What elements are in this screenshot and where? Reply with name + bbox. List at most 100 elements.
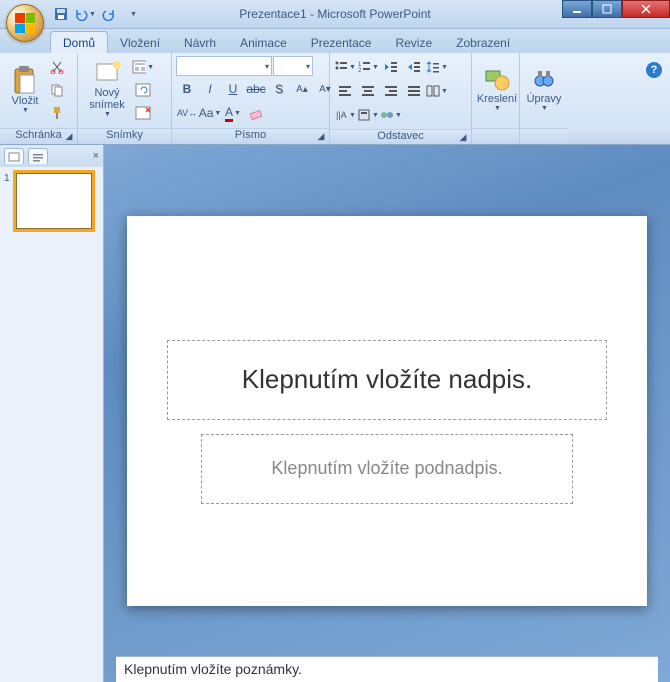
group-label-paragraph: Odstavec◢: [330, 129, 471, 144]
layout-button[interactable]: ▼: [132, 56, 154, 78]
chevron-down-icon: ▼: [441, 64, 448, 71]
justify-button[interactable]: [403, 80, 425, 102]
chevron-down-icon: ▼: [104, 111, 111, 118]
notes-pane[interactable]: Klepnutím vložíte poznámky.: [116, 656, 658, 682]
bold-button[interactable]: B: [176, 78, 198, 100]
thumbnail-list: 1: [0, 167, 103, 682]
outline-tab-icon: [32, 152, 44, 162]
thumbnail-item[interactable]: 1: [4, 173, 99, 229]
numbering-button[interactable]: 12▼: [357, 56, 379, 78]
strike-icon: abc: [246, 82, 265, 96]
font-name-combo[interactable]: [176, 56, 272, 76]
clear-format-button[interactable]: [245, 102, 267, 124]
editing-button[interactable]: Úpravy ▼: [524, 56, 564, 122]
bullets-icon: [334, 60, 348, 74]
help-button[interactable]: ?: [646, 62, 662, 78]
copy-button[interactable]: [46, 79, 68, 101]
new-slide-label-2: snímek: [89, 99, 124, 111]
reset-icon: [135, 83, 151, 97]
shapes-icon: [484, 67, 510, 93]
valign-icon: [357, 108, 371, 122]
new-slide-button[interactable]: Nový snímek▼: [82, 56, 132, 122]
delete-slide-button[interactable]: [132, 102, 154, 124]
dialog-launcher[interactable]: ◢: [457, 132, 469, 144]
dialog-launcher[interactable]: ◢: [315, 131, 327, 143]
workspace: × 1 Klepnutím vložíte nadpis. Klepnutím …: [0, 145, 670, 682]
qat-customize-button[interactable]: ▼: [122, 3, 144, 25]
group-clipboard: Vložit ▼ Schránka◢: [0, 53, 78, 144]
window-title: Prezentace1 - Microsoft PowerPoint: [239, 7, 430, 21]
change-case-button[interactable]: Aa▼: [199, 102, 221, 124]
chevron-down-icon: ▼: [349, 112, 356, 119]
subtitle-placeholder[interactable]: Klepnutím vložíte podnadpis.: [201, 434, 573, 504]
minimize-button[interactable]: [562, 0, 592, 18]
tab-slideshow[interactable]: Prezentace: [299, 32, 384, 53]
slide-canvas-area[interactable]: Klepnutím vložíte nadpis. Klepnutím vlož…: [104, 145, 670, 656]
line-spacing-button[interactable]: ▼: [426, 56, 448, 78]
font-color-button[interactable]: A▼: [222, 102, 244, 124]
italic-button[interactable]: I: [199, 78, 221, 100]
decrease-indent-button[interactable]: [380, 56, 402, 78]
text-direction-button[interactable]: ||A▼: [334, 104, 356, 126]
notes-placeholder-text: Klepnutím vložíte poznámky.: [124, 661, 302, 677]
paste-button[interactable]: Vložit ▼: [4, 56, 46, 122]
slides-tab[interactable]: [4, 148, 24, 164]
align-right-button[interactable]: [380, 80, 402, 102]
save-icon: [54, 7, 68, 21]
reset-button[interactable]: [132, 79, 154, 101]
group-label-clipboard: Schránka◢: [0, 128, 77, 144]
dialog-launcher[interactable]: ◢: [63, 131, 75, 143]
undo-icon: [74, 7, 88, 21]
align-text-button[interactable]: ▼: [357, 104, 379, 126]
align-center-button[interactable]: [357, 80, 379, 102]
redo-button[interactable]: [98, 3, 120, 25]
undo-button[interactable]: ▼: [74, 3, 96, 25]
smartart-icon: [380, 108, 394, 122]
tab-review[interactable]: Revize: [383, 32, 444, 53]
maximize-button[interactable]: [592, 0, 622, 18]
underline-button[interactable]: U: [222, 78, 244, 100]
minimize-icon: [572, 4, 582, 14]
format-painter-button[interactable]: [46, 102, 68, 124]
convert-smartart-button[interactable]: ▼: [380, 104, 402, 126]
grow-font-icon: A▴: [296, 84, 308, 95]
delete-icon: [135, 106, 151, 120]
align-right-icon: [384, 84, 398, 98]
editor-area: Klepnutím vložíte nadpis. Klepnutím vlož…: [104, 145, 670, 682]
copy-icon: [50, 83, 64, 97]
save-button[interactable]: [50, 3, 72, 25]
columns-button[interactable]: ▼: [426, 80, 448, 102]
close-button[interactable]: [622, 0, 670, 18]
bullets-button[interactable]: ▼: [334, 56, 356, 78]
shadow-button[interactable]: S: [268, 78, 290, 100]
strikethrough-button[interactable]: abc: [245, 78, 267, 100]
align-left-button[interactable]: [334, 80, 356, 102]
drawing-button[interactable]: Kreslení ▼: [476, 56, 518, 122]
slide: Klepnutím vložíte nadpis. Klepnutím vlož…: [127, 216, 647, 606]
outline-tab[interactable]: [28, 148, 48, 164]
chevron-down-icon: ▼: [395, 112, 402, 119]
bold-icon: B: [183, 82, 192, 96]
tab-insert[interactable]: Vložení: [108, 32, 172, 53]
font-size-combo[interactable]: [273, 56, 313, 76]
title-placeholder-text: Klepnutím vložíte nadpis.: [242, 364, 533, 395]
chevron-down-icon: ▼: [234, 110, 241, 117]
indent-icon: [407, 60, 421, 74]
thumbnail-preview: [16, 173, 92, 229]
grow-font-button[interactable]: A▴: [291, 78, 313, 100]
title-placeholder[interactable]: Klepnutím vložíte nadpis.: [167, 340, 607, 420]
quick-access-toolbar: ▼ ▼: [50, 3, 144, 25]
chevron-down-icon: ▼: [147, 64, 154, 71]
close-pane-button[interactable]: ×: [93, 150, 99, 162]
office-button[interactable]: [6, 4, 44, 42]
tab-view[interactable]: Zobrazení: [444, 32, 522, 53]
tab-home[interactable]: Domů: [50, 31, 108, 53]
subtitle-placeholder-text: Klepnutím vložíte podnadpis.: [271, 458, 502, 479]
tab-design[interactable]: Návrh: [172, 32, 228, 53]
tab-animations[interactable]: Animace: [228, 32, 299, 53]
cut-button[interactable]: [46, 56, 68, 78]
increase-indent-button[interactable]: [403, 56, 425, 78]
group-drawing: Kreslení ▼: [472, 53, 520, 144]
char-spacing-button[interactable]: AV↔: [176, 102, 198, 124]
group-label-slides: Snímky: [78, 128, 171, 144]
